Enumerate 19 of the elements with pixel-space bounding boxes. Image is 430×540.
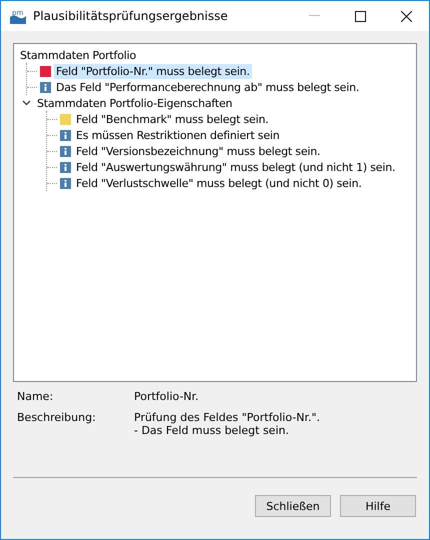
- help-button[interactable]: Hilfe: [340, 495, 416, 517]
- tree-item[interactable]: Feld "Versionsbezeichnung" muss belegt sein.: [74, 144, 322, 158]
- tree-item[interactable]: Feld "Auswertungswährung" muss belegt (und nicht 1) sein.: [74, 160, 398, 174]
- tree-group[interactable]: Stammdaten Portfolio-Eigenschaften: [37, 96, 232, 110]
- tree-item[interactable]: Feld "Benchmark" muss belegt sein.: [74, 112, 271, 126]
- tree-item[interactable]: Das Feld "Performanceberechnung ab" muss belegt sein.: [54, 80, 362, 94]
- close-button[interactable]: Schließen: [255, 495, 331, 517]
- detail-value: Prüfung des Feldes "Portfolio-Nr.". - Das Feld muss belegt sein.: [134, 411, 320, 437]
- detail-value: Portfolio-Nr.: [134, 390, 199, 403]
- detail-label: Beschreibung:: [17, 411, 97, 426]
- tree-group[interactable]: Stammdaten Portfolio: [20, 48, 136, 62]
- chevron-icon[interactable]: [22, 100, 31, 106]
- tree-item[interactable]: Feld "Portfolio-Nr." muss belegt sein.: [54, 64, 252, 78]
- detail-label: Name:: [17, 390, 54, 403]
- tree-item[interactable]: Feld "Verlustschwelle" muss belegt (und nicht 0) sein.: [74, 176, 364, 190]
- maximize-icon[interactable]: [355, 10, 366, 22]
- window-title: Plausibilitätsprüfungsergebnisse: [33, 9, 229, 23]
- tree-item[interactable]: Es müssen Restriktionen definiert sein: [74, 128, 282, 142]
- close-icon[interactable]: [401, 10, 412, 22]
